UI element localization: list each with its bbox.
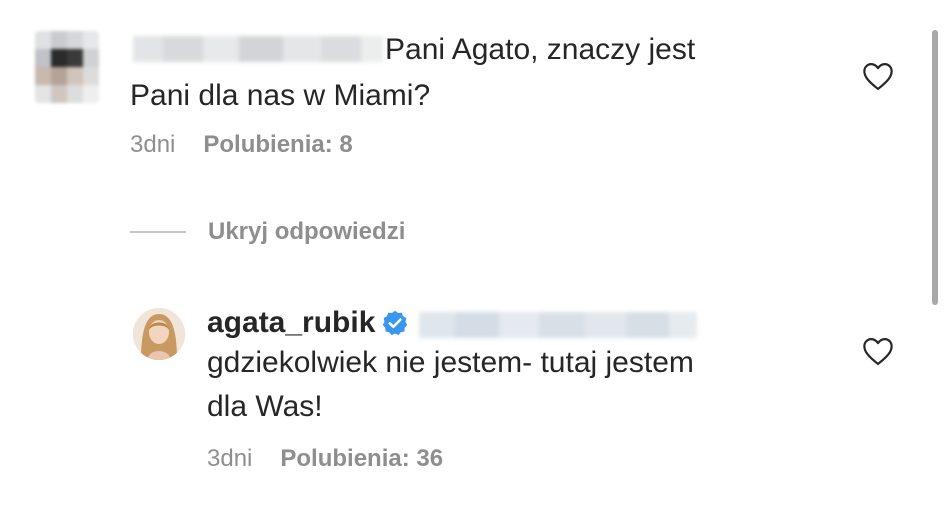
reply-header: agata_rubik xyxy=(207,306,698,340)
profile-photo-icon xyxy=(133,308,185,360)
comment-text: Pani Agato, znaczy jest xyxy=(385,27,695,73)
heart-icon[interactable] xyxy=(861,61,895,91)
comment-text-line-1: Pani Agato, znaczy jest xyxy=(385,33,696,66)
reply-text-continued: dla Was! xyxy=(207,384,323,430)
reply-meta: 3dni Polubienia: 36 xyxy=(207,445,443,473)
comment-text-line-2: Pani dla nas w Miami? xyxy=(130,79,431,112)
comment-meta: 3dni Polubienia: 8 xyxy=(130,131,353,159)
mentioned-user-blurred[interactable] xyxy=(419,312,698,338)
comment-likes[interactable]: Polubienia: 8 xyxy=(203,131,352,159)
hide-replies-label: Ukryj odpowiedzi xyxy=(208,218,406,245)
hide-replies-button[interactable]: Ukryj odpowiedzi xyxy=(130,218,405,246)
commenter-avatar-blurred[interactable] xyxy=(35,31,99,103)
commenter-username-blurred[interactable] xyxy=(133,36,383,62)
reply-text-line-1: gdziekolwiek nie jestem- tutaj jestem xyxy=(207,346,694,379)
comment-text-continued: Pani dla nas w Miami? xyxy=(130,73,430,119)
heart-icon[interactable] xyxy=(861,336,895,366)
reply-avatar[interactable] xyxy=(133,308,185,360)
scrollbar[interactable] xyxy=(932,30,938,305)
verified-badge-icon xyxy=(383,310,408,336)
replies-divider xyxy=(130,231,186,233)
comment-time[interactable]: 3dni xyxy=(130,131,175,159)
reply-text: gdziekolwiek nie jestem- tutaj jestem xyxy=(207,340,694,386)
reply-likes[interactable]: Polubienia: 36 xyxy=(280,445,443,473)
reply-time[interactable]: 3dni xyxy=(207,445,252,473)
reply-text-line-2: dla Was! xyxy=(207,390,323,423)
comments-thread: Pani Agato, znaczy jest Pani dla nas w M… xyxy=(0,0,946,524)
reply-username[interactable]: agata_rubik xyxy=(207,306,375,340)
